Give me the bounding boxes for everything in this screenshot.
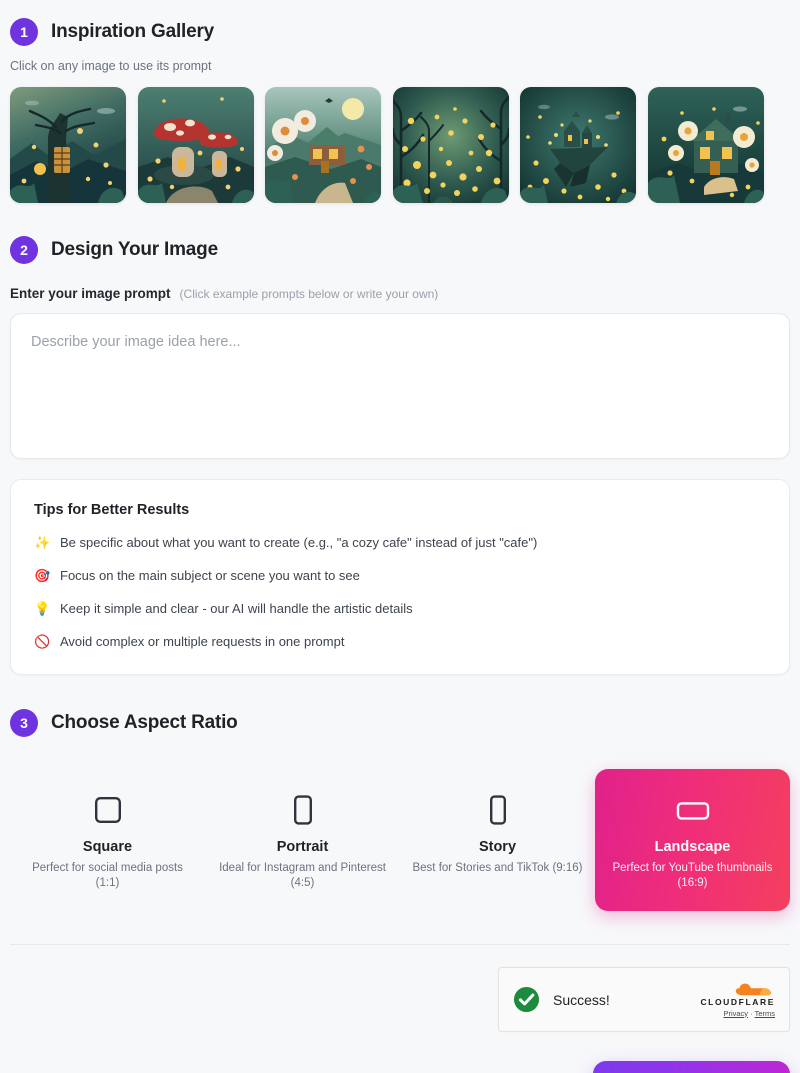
tip-item: 🎯 Focus on the main subject or scene you… <box>34 567 766 584</box>
step-2-badge: 2 <box>10 236 38 264</box>
inspiration-gallery <box>10 87 790 203</box>
tip-text: Keep it simple and clear - our AI will h… <box>60 601 413 616</box>
prompt-label-row: Enter your image prompt (Click example p… <box>10 286 790 301</box>
step-1-badge: 1 <box>10 18 38 46</box>
step-3-header: 3 Choose Aspect Ratio <box>10 709 790 737</box>
aspect-ratio-options: Square Perfect for social media posts (1… <box>10 769 790 911</box>
aspect-ratio-desc: Perfect for YouTube thumbnails (16:9) <box>612 862 773 889</box>
landscape-rect-icon <box>605 793 780 827</box>
prompt-input-container[interactable] <box>10 313 790 459</box>
success-check-icon <box>513 986 540 1013</box>
aspect-ratio-portrait[interactable]: Portrait Ideal for Instagram and Pintere… <box>205 769 400 911</box>
tip-text: Be specific about what you want to creat… <box>60 535 538 550</box>
lightbulb-icon: 💡 <box>34 601 51 616</box>
step-3-title: Choose Aspect Ratio <box>51 712 238 733</box>
cloudflare-wordmark: CLOUDFLARE <box>700 996 775 1007</box>
aspect-ratio-name: Square <box>82 839 133 855</box>
step-3-badge: 3 <box>10 709 38 737</box>
gallery-item-flower-cottage-moon[interactable] <box>265 87 381 203</box>
tip-text: Focus on the main subject or scene you w… <box>60 568 360 583</box>
aspect-ratio-square[interactable]: Square Perfect for social media posts (1… <box>10 769 205 911</box>
step-2-header: 2 Design Your Image <box>10 236 790 264</box>
story-rect-icon <box>410 793 585 827</box>
aspect-ratio-name: Landscape <box>654 839 731 855</box>
cloudflare-turnstile-widget[interactable]: Success! CLOUDFLARE Privacy · Terms <box>498 967 790 1032</box>
prompt-label: Enter your image prompt <box>10 286 171 301</box>
target-icon: 🎯 <box>34 568 51 583</box>
tip-text: Avoid complex or multiple requests in on… <box>60 634 345 649</box>
step-2-title: Design Your Image <box>51 239 218 260</box>
square-icon <box>20 793 195 827</box>
turnstile-status: Success! <box>553 991 610 1008</box>
prohibited-icon: 🚫 <box>34 634 51 649</box>
gallery-item-enchanted-tree-house[interactable] <box>10 87 126 203</box>
aspect-ratio-name: Portrait <box>276 839 329 855</box>
create-image-button[interactable]: 🪄 Create Image <box>593 1061 790 1073</box>
aspect-ratio-desc: Ideal for Instagram and Pinterest (4:5) <box>219 862 386 889</box>
cloudflare-brand: CLOUDFLARE Privacy · Terms <box>700 982 775 1018</box>
gallery-item-firefly-forest[interactable] <box>392 87 509 203</box>
aspect-ratio-name: Story <box>478 839 517 855</box>
aspect-ratio-desc: Perfect for social media posts (1:1) <box>32 862 183 889</box>
cloudflare-cloud-icon <box>735 983 771 995</box>
turnstile-row: Success! CLOUDFLARE Privacy · Terms <box>10 967 790 1032</box>
step-1-header: 1 Inspiration Gallery <box>10 18 790 46</box>
gallery-item-floating-island-castle[interactable] <box>520 87 636 203</box>
section-divider <box>10 944 790 945</box>
gallery-item-sunflower-cottage[interactable] <box>647 87 764 203</box>
tip-item: ✨ Be specific about what you want to cre… <box>34 534 766 551</box>
step-1-title: Inspiration Gallery <box>51 21 215 42</box>
tip-item: 💡 Keep it simple and clear - our AI will… <box>34 600 766 617</box>
gallery-subtitle: Click on any image to use its prompt <box>10 59 212 73</box>
link-separator: · <box>750 1008 753 1018</box>
sparkles-icon: ✨ <box>34 535 51 550</box>
portrait-rect-icon <box>215 793 390 827</box>
gallery-item-mushroom-village[interactable] <box>137 87 254 203</box>
tip-item: 🚫 Avoid complex or multiple requests in … <box>34 633 766 650</box>
aspect-ratio-story[interactable]: Story Best for Stories and TikTok (9:16) <box>400 769 595 911</box>
prompt-hint: (Click example prompts below or write yo… <box>179 287 439 301</box>
aspect-ratio-desc: Best for Stories and TikTok (9:16) <box>412 862 583 874</box>
image-generator-page: 1 Inspiration Gallery Click on any image… <box>0 0 800 1073</box>
prompt-textarea[interactable] <box>31 334 769 438</box>
aspect-ratio-landscape[interactable]: Landscape Perfect for YouTube thumbnails… <box>595 769 790 911</box>
tips-card: Tips for Better Results ✨ Be specific ab… <box>10 479 790 675</box>
turnstile-links: Privacy · Terms <box>700 1009 775 1018</box>
tips-title: Tips for Better Results <box>34 502 190 518</box>
privacy-link[interactable]: Privacy <box>723 1009 748 1018</box>
cta-row: 🪄 Create Image <box>10 1061 790 1073</box>
terms-link[interactable]: Terms <box>755 1009 775 1018</box>
